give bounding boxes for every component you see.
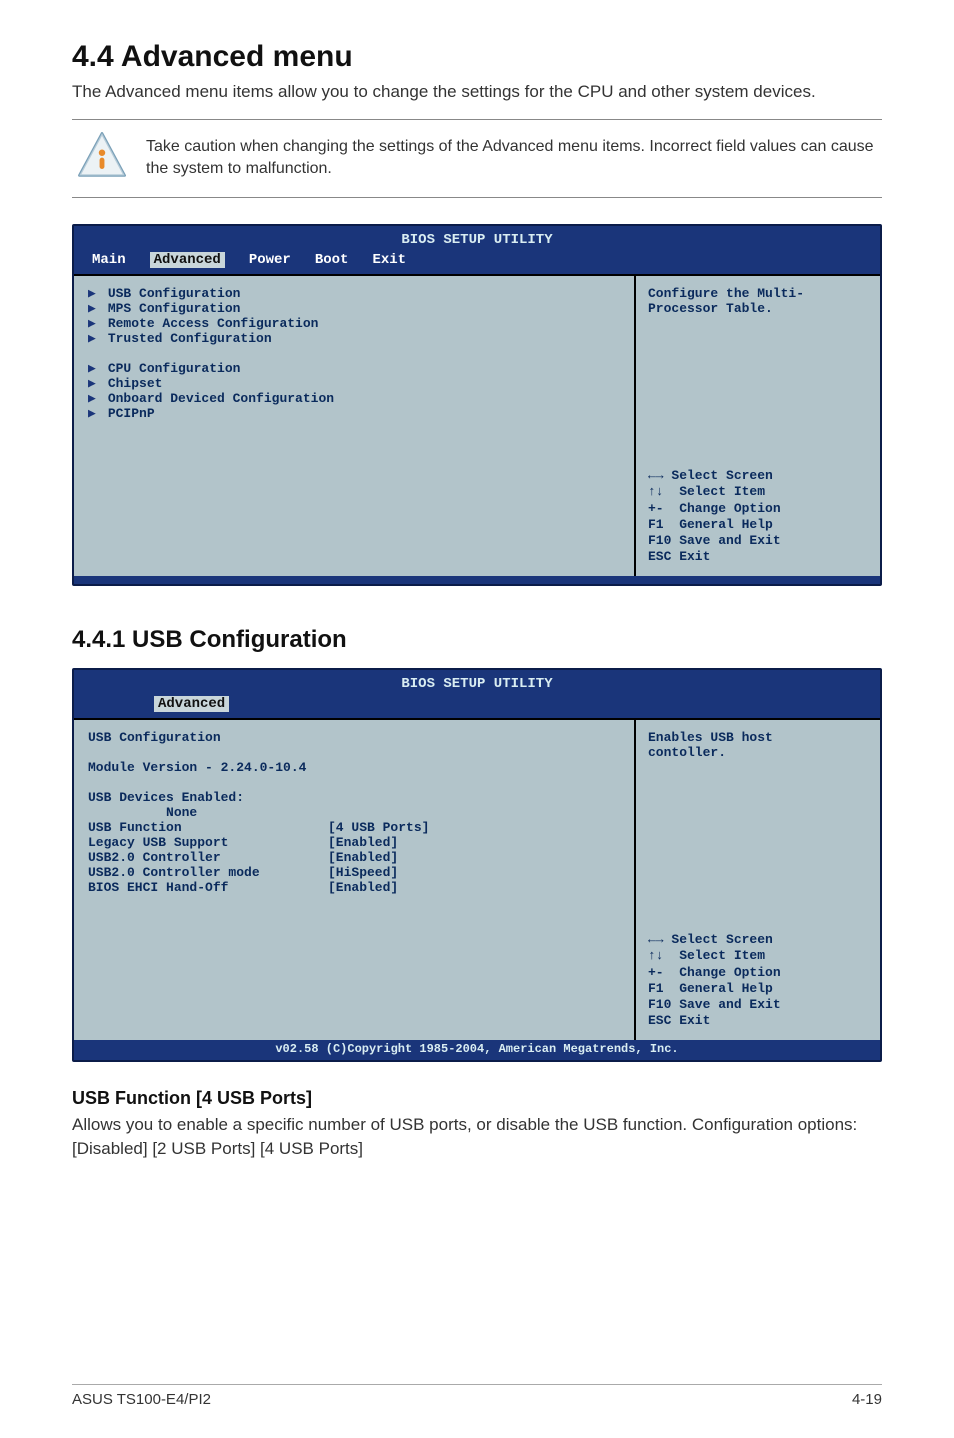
menu-item-label: PCIPnP (108, 406, 155, 421)
menu-item-label: CPU Configuration (108, 361, 241, 376)
bios-help-text: Configure the Multi- Processor Table. (648, 286, 870, 316)
tab-advanced[interactable]: Advanced (154, 696, 229, 712)
usb-cfg-heading: USB Configuration (88, 730, 620, 745)
menu-item-trusted-cfg[interactable]: ▶ Trusted Configuration (88, 331, 620, 346)
caution-text: Take caution when changing the settings … (146, 136, 878, 181)
row-legacy-usb[interactable]: Legacy USB Support [Enabled] (88, 835, 620, 850)
bios-usb-left: USB Configuration Module Version - 2.24.… (74, 720, 636, 1040)
menu-item-label: MPS Configuration (108, 301, 241, 316)
menu-item-mps-cfg[interactable]: ▶ MPS Configuration (88, 301, 620, 316)
menu-item-label: Remote Access Configuration (108, 316, 319, 331)
row-value: [Enabled] (328, 835, 398, 850)
row-label: BIOS EHCI Hand-Off (88, 880, 328, 895)
usb-devices-heading: USB Devices Enabled: (88, 790, 620, 805)
bios-copyright: v02.58 (C)Copyright 1985-2004, American … (74, 1040, 880, 1060)
menu-item-label: USB Configuration (108, 286, 241, 301)
row-value: [Enabled] (328, 850, 398, 865)
bios-advanced-menu: BIOS SETUP UTILITY Main Advanced Power B… (72, 224, 882, 586)
bios-key-hints: ←→ Select Screen ↑↓ Select Item +- Chang… (648, 468, 870, 566)
tab-boot[interactable]: Boot (315, 252, 349, 268)
row-label: Legacy USB Support (88, 835, 328, 850)
bios-tabs: Main Advanced Power Boot Exit (74, 252, 880, 274)
row-usb20-mode[interactable]: USB2.0 Controller mode [HiSpeed] (88, 865, 620, 880)
menu-item-onboard-cfg[interactable]: ▶ Onboard Deviced Configuration (88, 391, 620, 406)
param-desc: Allows you to enable a specific number o… (72, 1113, 882, 1162)
subsection-title: 4.4.1 USB Configuration (72, 626, 882, 654)
bios-help-pane: Enables USB host contoller. ←→ Select Sc… (636, 720, 880, 1040)
menu-item-remote-cfg[interactable]: ▶ Remote Access Configuration (88, 316, 620, 331)
tab-power[interactable]: Power (249, 252, 291, 268)
row-value: [HiSpeed] (328, 865, 398, 880)
menu-item-label: Chipset (108, 376, 163, 391)
bios-menu-list: ▶ USB Configuration ▶ MPS Configuration … (74, 276, 636, 576)
row-usb20-controller[interactable]: USB2.0 Controller [Enabled] (88, 850, 620, 865)
tab-exit[interactable]: Exit (372, 252, 406, 268)
caution-callout: Take caution when changing the settings … (72, 119, 882, 198)
bios-key-hints: ←→ Select Screen ↑↓ Select Item +- Chang… (648, 932, 870, 1030)
menu-item-cpu-cfg[interactable]: ▶ CPU Configuration (88, 361, 620, 376)
caution-icon (76, 130, 128, 187)
menu-item-usb-cfg[interactable]: ▶ USB Configuration (88, 286, 620, 301)
row-ehci-handoff[interactable]: BIOS EHCI Hand-Off [Enabled] (88, 880, 620, 895)
row-label: USB2.0 Controller mode (88, 865, 328, 880)
tab-main[interactable]: Main (92, 252, 126, 268)
section-title: 4.4 Advanced menu (72, 40, 882, 74)
page-footer: ASUS TS100-E4/PI2 4-19 (72, 1384, 882, 1408)
bios-usb-config: BIOS SETUP UTILITY Advanced USB Configur… (72, 668, 882, 1062)
bios-util-title: BIOS SETUP UTILITY (74, 230, 880, 252)
module-version: Module Version - 2.24.0-10.4 (88, 760, 620, 775)
footer-left: ASUS TS100-E4/PI2 (72, 1391, 211, 1408)
row-value: [4 USB Ports] (328, 820, 429, 835)
menu-item-label: Trusted Configuration (108, 331, 272, 346)
tab-advanced[interactable]: Advanced (150, 252, 225, 268)
row-usb-function[interactable]: USB Function [4 USB Ports] (88, 820, 620, 835)
section-intro: The Advanced menu items allow you to cha… (72, 80, 882, 105)
row-value: [Enabled] (328, 880, 398, 895)
menu-item-label: Onboard Deviced Configuration (108, 391, 334, 406)
bios-help-pane: Configure the Multi- Processor Table. ←→… (636, 276, 880, 576)
bios-help-text: Enables USB host contoller. (648, 730, 870, 760)
row-label: USB Function (88, 820, 328, 835)
menu-item-pcipnp[interactable]: ▶ PCIPnP (88, 406, 620, 421)
bios-util-title: BIOS SETUP UTILITY (74, 674, 880, 696)
menu-item-chipset[interactable]: ▶ Chipset (88, 376, 620, 391)
usb-devices-none: None (88, 805, 620, 820)
row-label: USB2.0 Controller (88, 850, 328, 865)
footer-right: 4-19 (852, 1391, 882, 1408)
param-title: USB Function [4 USB Ports] (72, 1088, 882, 1109)
